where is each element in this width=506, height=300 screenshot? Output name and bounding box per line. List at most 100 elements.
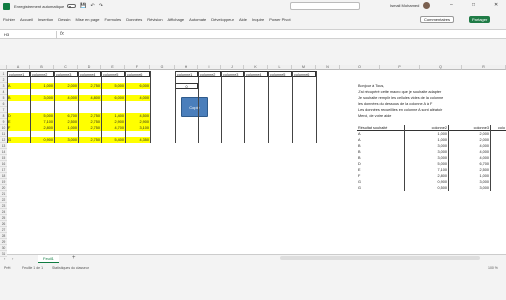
column-header[interactable]: J bbox=[221, 65, 244, 70]
column-header[interactable]: K bbox=[244, 65, 268, 70]
save-icon[interactable]: 💾 bbox=[80, 3, 86, 9]
undo-icon[interactable]: ↶ bbox=[90, 3, 94, 9]
table-header-cell[interactable]: colonne5 bbox=[268, 71, 292, 77]
column-header[interactable]: I bbox=[198, 65, 221, 70]
column-header[interactable]: P bbox=[380, 65, 420, 70]
result-header-cell[interactable]: colo bbox=[490, 125, 506, 131]
column-header[interactable]: N bbox=[316, 65, 340, 70]
table-rule bbox=[125, 71, 126, 143]
sheet-tab-label: Feuil1 bbox=[43, 256, 54, 261]
bottom-blank bbox=[0, 274, 506, 300]
horizontal-scrollbar[interactable] bbox=[280, 256, 480, 260]
table-rule bbox=[268, 71, 269, 143]
column-header[interactable]: C bbox=[54, 65, 78, 70]
table-rule bbox=[101, 71, 102, 143]
table-rule bbox=[221, 71, 222, 143]
ribbon-tab[interactable]: Développeur bbox=[211, 17, 234, 22]
column-header[interactable]: A bbox=[7, 65, 30, 70]
column-header[interactable]: R bbox=[462, 65, 506, 70]
select-all-corner[interactable] bbox=[0, 65, 7, 70]
ribbon-tab[interactable]: Données bbox=[126, 17, 142, 22]
note-text: Merci, de votre aide bbox=[358, 114, 392, 118]
result-cell[interactable]: 0,500 bbox=[404, 185, 448, 191]
share-label: Partager bbox=[472, 17, 488, 22]
result-cell[interactable]: 3,000 bbox=[448, 185, 490, 191]
column-header[interactable]: Q bbox=[420, 65, 462, 70]
minimize-icon[interactable]: – bbox=[450, 2, 453, 8]
redo-icon[interactable]: ↷ bbox=[99, 3, 103, 9]
ribbon-tab[interactable]: Révision bbox=[147, 17, 162, 22]
table-rule bbox=[404, 125, 405, 191]
search-input[interactable] bbox=[290, 2, 360, 10]
avatar[interactable] bbox=[423, 2, 430, 9]
table-rule bbox=[448, 125, 449, 191]
table-cell[interactable]: 0 bbox=[175, 83, 198, 89]
table-cell[interactable]: 3,000 bbox=[54, 137, 78, 143]
column-header[interactable]: L bbox=[268, 65, 292, 70]
table-rule bbox=[30, 71, 31, 143]
table-rule bbox=[292, 71, 293, 143]
table-rule bbox=[7, 71, 8, 143]
status-sheet: Feuille 1 de 1 bbox=[22, 266, 44, 270]
table-rule bbox=[244, 71, 245, 143]
status-ready: Prêt bbox=[4, 266, 11, 270]
table-header-cell[interactable]: colonne1 bbox=[175, 71, 198, 77]
table-cell[interactable]: 0,900 bbox=[30, 137, 54, 143]
column-header[interactable]: B bbox=[30, 65, 54, 70]
result-cell[interactable]: G bbox=[357, 185, 404, 191]
ribbon-tab[interactable]: Mise en page bbox=[76, 17, 100, 22]
table-cell[interactable]: 4,350 bbox=[125, 137, 150, 143]
user-name[interactable]: Ismail Mohamed bbox=[390, 3, 419, 8]
autosave-toggle[interactable] bbox=[67, 4, 77, 8]
ribbon-tab[interactable]: Formules bbox=[105, 17, 122, 22]
ribbon-tab[interactable]: Aide bbox=[239, 17, 247, 22]
ribbon-tab[interactable]: Automate bbox=[189, 17, 206, 22]
next-sheet-icon[interactable]: › bbox=[12, 256, 13, 261]
table-header-cell[interactable]: colonne2 bbox=[198, 71, 221, 77]
column-header[interactable]: G bbox=[150, 65, 175, 70]
table-rule bbox=[150, 71, 151, 143]
fx-icon[interactable]: fx bbox=[60, 31, 64, 37]
sheet-tab[interactable]: Feuil1 bbox=[38, 255, 59, 263]
table-rule bbox=[316, 71, 317, 143]
column-header[interactable]: D bbox=[78, 65, 101, 70]
ribbon-tab[interactable]: Fichier bbox=[3, 17, 15, 22]
table-header-cell[interactable]: colonne4 bbox=[244, 71, 268, 77]
table-rule bbox=[490, 125, 491, 191]
comments-label: Commentaires bbox=[424, 17, 451, 22]
table-cell[interactable]: 5,400 bbox=[101, 137, 125, 143]
table-cell[interactable]: G bbox=[7, 137, 30, 143]
table-rule bbox=[78, 71, 79, 143]
share-button[interactable]: Partager bbox=[469, 16, 491, 23]
ribbon-tab[interactable]: Affichage bbox=[168, 17, 185, 22]
excel-icon bbox=[3, 2, 10, 10]
ribbon-tab[interactable]: Dessin bbox=[58, 17, 70, 22]
row-header[interactable]: 31 bbox=[0, 251, 7, 257]
autosave-label: Enregistrement automatique bbox=[14, 3, 65, 9]
copie-button[interactable]: Copie bbox=[181, 97, 208, 117]
title-bar: Enregistrement automatique 💾 ↶ ↷ bbox=[0, 0, 506, 12]
table-header-cell[interactable]: colonne3 bbox=[221, 71, 244, 77]
close-icon[interactable]: ✕ bbox=[494, 2, 498, 8]
column-header[interactable]: F bbox=[125, 65, 150, 70]
column-header[interactable]: E bbox=[101, 65, 125, 70]
column-header[interactable]: M bbox=[292, 65, 316, 70]
name-box[interactable]: H3 bbox=[3, 31, 39, 38]
table-rule bbox=[54, 71, 55, 143]
status-stats[interactable]: Statistiques du classeur bbox=[52, 266, 89, 270]
formula-bar: H3 fx bbox=[0, 29, 506, 39]
formula-separator bbox=[56, 31, 57, 39]
column-header[interactable]: O bbox=[340, 65, 380, 70]
ribbon-tab[interactable]: Power Pivot bbox=[269, 17, 290, 22]
add-sheet-icon[interactable]: + bbox=[72, 255, 76, 261]
table-cell[interactable]: 2,750 bbox=[78, 137, 101, 143]
comments-button[interactable]: Commentaires bbox=[420, 16, 455, 23]
ribbon-tab[interactable]: Insertion bbox=[38, 17, 53, 22]
ribbon-tab[interactable]: Inquire bbox=[252, 17, 264, 22]
ribbon-tab[interactable]: Accueil bbox=[20, 17, 33, 22]
table-header-cell[interactable]: colonne6 bbox=[292, 71, 316, 77]
table-rule bbox=[198, 71, 199, 143]
column-header[interactable]: H bbox=[175, 65, 198, 70]
zoom-level[interactable]: 100 % bbox=[488, 266, 498, 270]
maximize-icon[interactable]: □ bbox=[472, 2, 475, 8]
